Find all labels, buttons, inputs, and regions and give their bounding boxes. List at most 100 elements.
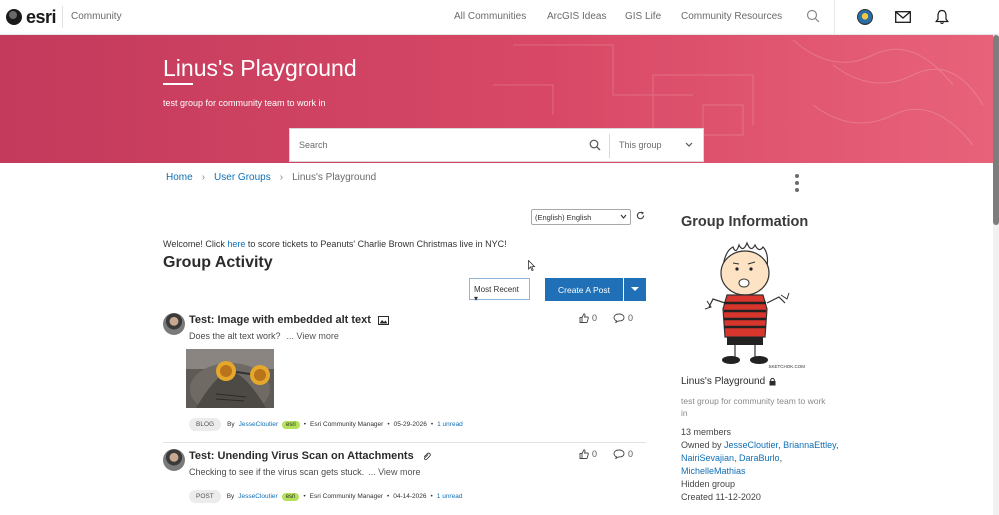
author-link[interactable]: JesseCloutier xyxy=(238,493,277,500)
chevron-down-icon[interactable] xyxy=(685,142,693,148)
lock-icon xyxy=(769,377,776,386)
mail-icon[interactable] xyxy=(895,11,911,23)
comments-count: 0 xyxy=(628,449,634,459)
nav-arcgis-ideas[interactable]: ArcGIS Ideas xyxy=(547,11,606,22)
post-date: 04-14-2026 xyxy=(393,493,427,500)
post-thumbnail-image[interactable] xyxy=(186,349,274,408)
kudos-button[interactable]: 0 xyxy=(579,449,597,459)
bullet: • xyxy=(430,421,434,428)
logo-text: esri xyxy=(26,6,57,27)
create-post-dropdown-button[interactable] xyxy=(624,278,646,301)
globe-icon xyxy=(6,9,22,25)
group-activity-heading: Group Activity xyxy=(163,254,273,271)
author-role: Esri Community Manager xyxy=(309,493,383,500)
member-count: 13 members xyxy=(681,427,732,437)
welcome-text: to score tickets to Peanuts' Charlie Bro… xyxy=(245,239,507,249)
language-select[interactable]: (English) English xyxy=(531,209,631,225)
unread-link[interactable]: 1 unread xyxy=(437,493,463,500)
user-avatar[interactable] xyxy=(857,9,873,25)
bell-icon[interactable] xyxy=(935,9,949,25)
comments-count: 0 xyxy=(628,313,634,323)
chevron-right-icon: › xyxy=(201,172,206,183)
search-input[interactable]: Search xyxy=(299,140,328,150)
owner-link[interactable]: NairiSevajian xyxy=(681,453,734,463)
search-icon[interactable] xyxy=(589,139,601,151)
post-preview: Does the alt text work? ... View more xyxy=(189,331,339,341)
post-excerpt: Does the alt text work? xyxy=(189,331,281,341)
unread-link[interactable]: 1 unread xyxy=(437,421,463,428)
breadcrumb-user-groups[interactable]: User Groups xyxy=(214,172,271,183)
bullet: • xyxy=(386,493,390,500)
owner-link[interactable]: JesseCloutier xyxy=(724,440,778,450)
nav-community-resources[interactable]: Community Resources xyxy=(681,11,782,22)
post-title[interactable]: Test: Unending Virus Scan on Attachments xyxy=(189,450,432,462)
post-meta: POST By JesseCloutier esri • Esri Commun… xyxy=(189,490,462,503)
group-created-date: Created 11-12-2020 xyxy=(681,492,761,502)
by-label: By xyxy=(226,493,235,500)
post-type-badge[interactable]: BLOG xyxy=(189,418,222,431)
author-link[interactable]: JesseCloutier xyxy=(239,421,278,428)
divider xyxy=(163,442,646,443)
group-name-text: Linus's Playground xyxy=(681,376,766,387)
community-link[interactable]: Community xyxy=(71,11,122,22)
more-options-icon[interactable] xyxy=(795,174,799,192)
owners-line: Owned by JesseCloutier, BriannaEttley, N… xyxy=(681,440,839,476)
mouse-cursor-icon xyxy=(528,260,536,272)
esri-badge: esri xyxy=(281,492,300,501)
scrollbar-thumb[interactable] xyxy=(993,35,999,225)
sort-label: Most Recent xyxy=(474,285,519,294)
image-credit: SKETCHOK.COM xyxy=(768,364,805,369)
divider xyxy=(834,0,835,35)
view-more-link[interactable]: ... View more xyxy=(287,331,339,341)
comment-icon xyxy=(613,449,625,459)
view-more-link[interactable]: ... View more xyxy=(368,467,420,477)
esri-badge: esri xyxy=(282,420,300,429)
post-date: 05-29-2026 xyxy=(393,421,427,428)
group-subtitle: test group for community team to work in xyxy=(163,98,326,108)
kudos-count: 0 xyxy=(592,313,598,323)
list-item: Test: Unending Virus Scan on Attachments… xyxy=(163,449,646,511)
search-icon[interactable] xyxy=(806,9,820,23)
breadcrumb: Home › User Groups › Linus's Playground xyxy=(166,172,376,183)
post-title-text[interactable]: Test: Unending Virus Scan on Attachments xyxy=(189,450,414,462)
breadcrumb-current: Linus's Playground xyxy=(292,172,377,183)
by-label: By xyxy=(227,421,235,428)
post-excerpt: Checking to see if the virus scan gets s… xyxy=(189,467,365,477)
comments-button[interactable]: 0 xyxy=(613,449,633,459)
search-scope-select[interactable]: This group xyxy=(619,140,662,150)
comments-button[interactable]: 0 xyxy=(613,313,633,323)
kudos-count: 0 xyxy=(592,449,598,459)
sort-dropdown[interactable]: Most Recent ▾ xyxy=(469,278,530,303)
owner-link[interactable]: MichelleMathias xyxy=(681,466,746,476)
breadcrumb-home[interactable]: Home xyxy=(166,172,193,183)
welcome-text: Welcome! Click xyxy=(163,239,228,249)
top-navigation: esri Community All Communities ArcGIS Id… xyxy=(0,0,999,35)
welcome-link[interactable]: here xyxy=(227,239,245,249)
post-type-badge[interactable]: POST xyxy=(189,490,221,503)
chevron-right-icon: › xyxy=(279,172,284,183)
post-title-text[interactable]: Test: Image with embedded alt text xyxy=(189,314,371,326)
refresh-icon[interactable] xyxy=(636,211,645,220)
avatar[interactable] xyxy=(163,313,185,335)
bullet: • xyxy=(430,493,433,500)
thumbs-up-icon xyxy=(579,449,589,459)
post-title[interactable]: Test: Image with embedded alt text xyxy=(189,314,390,326)
owner-link[interactable]: BriannaEttley xyxy=(783,440,836,450)
group-visibility: Hidden group xyxy=(681,479,736,489)
thumbs-up-icon xyxy=(579,313,589,323)
group-details: 13 members Owned by JesseCloutier, Brian… xyxy=(681,426,841,504)
owner-link[interactable]: DaraBurlo xyxy=(739,453,780,463)
bullet: • xyxy=(387,421,390,428)
image-icon xyxy=(378,315,390,325)
nav-all-communities[interactable]: All Communities xyxy=(454,11,526,22)
post-meta: BLOG By JesseCloutier esri • Esri Commun… xyxy=(189,418,463,431)
title-underline xyxy=(163,83,193,85)
esri-logo[interactable]: esri xyxy=(6,6,57,27)
group-information-heading: Group Information xyxy=(681,214,809,230)
avatar[interactable] xyxy=(163,449,185,471)
create-post-button[interactable]: Create A Post xyxy=(545,278,623,301)
search-bar: Search This group xyxy=(289,128,704,162)
owned-by-label: Owned by xyxy=(681,440,725,450)
nav-gis-life[interactable]: GIS Life xyxy=(625,11,661,22)
kudos-button[interactable]: 0 xyxy=(579,313,597,323)
